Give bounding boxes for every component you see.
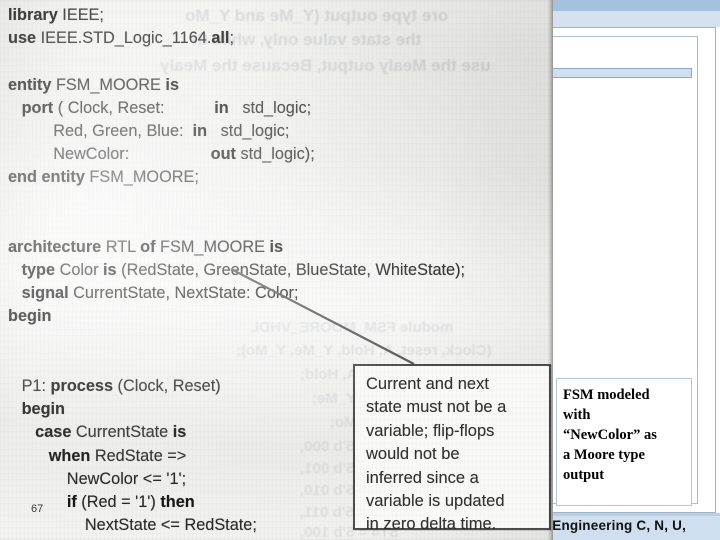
code-keyword: end entity xyxy=(8,168,85,187)
code-keyword: out xyxy=(210,145,236,164)
callout-line-4: would not be xyxy=(366,445,460,464)
callout-line-1: Current and next xyxy=(366,375,489,393)
code-text: Color xyxy=(55,261,104,280)
code-keyword: is xyxy=(103,261,117,280)
scanned-book-page: ore type output (Y_Me and Y_Mo the state… xyxy=(0,0,553,540)
code-line: entity FSM_MOORE is xyxy=(8,74,553,97)
code-keyword: is xyxy=(269,237,284,256)
code-text: std_logic; xyxy=(207,121,290,140)
code-text: FSM_MOORE xyxy=(155,237,270,256)
code-text: P1: xyxy=(8,377,51,395)
code-line: signal CurrentState, NextState: Color; xyxy=(8,282,553,305)
code-text: (RedState, GreenState, BlueState, WhiteS… xyxy=(116,261,466,280)
code-text: IEEE; xyxy=(57,6,104,24)
code-text: ; xyxy=(229,29,234,48)
code-line: NewColor: out std_logic); xyxy=(8,143,553,166)
note-line-5: output xyxy=(563,467,605,483)
code-text: RedState => xyxy=(90,446,187,465)
code-text: (Red = '1') xyxy=(76,492,161,511)
code-keyword: is xyxy=(172,423,187,442)
code-keyword: library xyxy=(8,6,58,24)
code-keyword: begin xyxy=(8,307,52,326)
note-line-1: FSM modeled xyxy=(563,387,650,403)
code-keyword: is xyxy=(165,75,180,94)
code-keyword: of xyxy=(140,237,156,256)
note-line-4: a Moore type xyxy=(563,447,645,463)
code-line: type Color is (RedState, GreenState, Blu… xyxy=(8,259,553,282)
page-number: 67 xyxy=(31,503,44,515)
code-text: NextState <= RedState; xyxy=(8,516,257,535)
code-text: IEEE.STD_Logic_1164. xyxy=(36,29,212,48)
code-keyword: use xyxy=(8,29,37,48)
code-keyword: architecture xyxy=(8,237,102,256)
code-line: begin xyxy=(8,305,553,328)
callout-line-7: in zero delta time. xyxy=(366,515,497,534)
code-keyword: port xyxy=(21,98,54,117)
code-keyword: type xyxy=(21,261,56,280)
callout-line-2: state must not be a xyxy=(366,398,507,417)
code-keyword: begin xyxy=(21,400,65,419)
code-text: CurrentState, NextState: Color; xyxy=(68,284,299,303)
code-line: end entity FSM_MOORE; xyxy=(8,166,553,189)
code-text: std_logic; xyxy=(228,98,312,117)
code-keyword: all xyxy=(211,29,230,48)
callout-line-3: variable; flip-flops xyxy=(366,421,495,440)
code-line: architecture RTL of FSM_MOORE is xyxy=(8,236,553,259)
code-text: ( Clock, Reset: xyxy=(53,98,215,117)
code-text: FSM_MOORE xyxy=(51,75,166,94)
code-keyword: entity xyxy=(8,75,52,94)
code-text: NewColor: xyxy=(8,145,211,164)
code-line: port ( Clock, Reset: in std_logic; xyxy=(8,97,553,120)
code-keyword: case xyxy=(35,423,72,442)
code-text: (Clock, Reset) xyxy=(113,377,221,395)
code-text: NewColor <= '1'; xyxy=(8,469,187,488)
note-line-2: with xyxy=(563,407,591,423)
code-keyword: process xyxy=(50,377,113,395)
fsm-note-textbox[interactable]: FSM modeled with “NewColor” as a Moore t… xyxy=(556,378,692,506)
code-text: Red, Green, Blue: xyxy=(8,121,193,140)
note-line-3: “NewColor” as xyxy=(563,427,657,443)
code-text: CurrentState xyxy=(71,423,173,442)
slide-canvas: FSM modeled with “NewColor” as a Moore t… xyxy=(0,0,720,540)
code-keyword: then xyxy=(160,492,195,511)
code-text: std_logic); xyxy=(235,145,315,164)
code-keyword: in xyxy=(192,121,208,140)
callout-box: Current and next state must not be a var… xyxy=(353,364,551,533)
code-line: library IEEE; xyxy=(8,4,553,27)
code-keyword: signal xyxy=(21,284,69,303)
callout-line-5: inferred since a xyxy=(366,468,479,487)
code-keyword: when xyxy=(48,446,91,465)
code-text: RTL xyxy=(101,237,141,256)
code-keyword: in xyxy=(214,98,229,117)
code-line: Red, Green, Blue: in std_logic; xyxy=(8,120,553,143)
code-keyword: if xyxy=(66,492,77,511)
callout-line-6: variable is updated xyxy=(366,492,505,511)
code-text: FSM_MOORE; xyxy=(84,168,199,187)
code-line: use IEEE.STD_Logic_1164.all; xyxy=(8,27,553,50)
